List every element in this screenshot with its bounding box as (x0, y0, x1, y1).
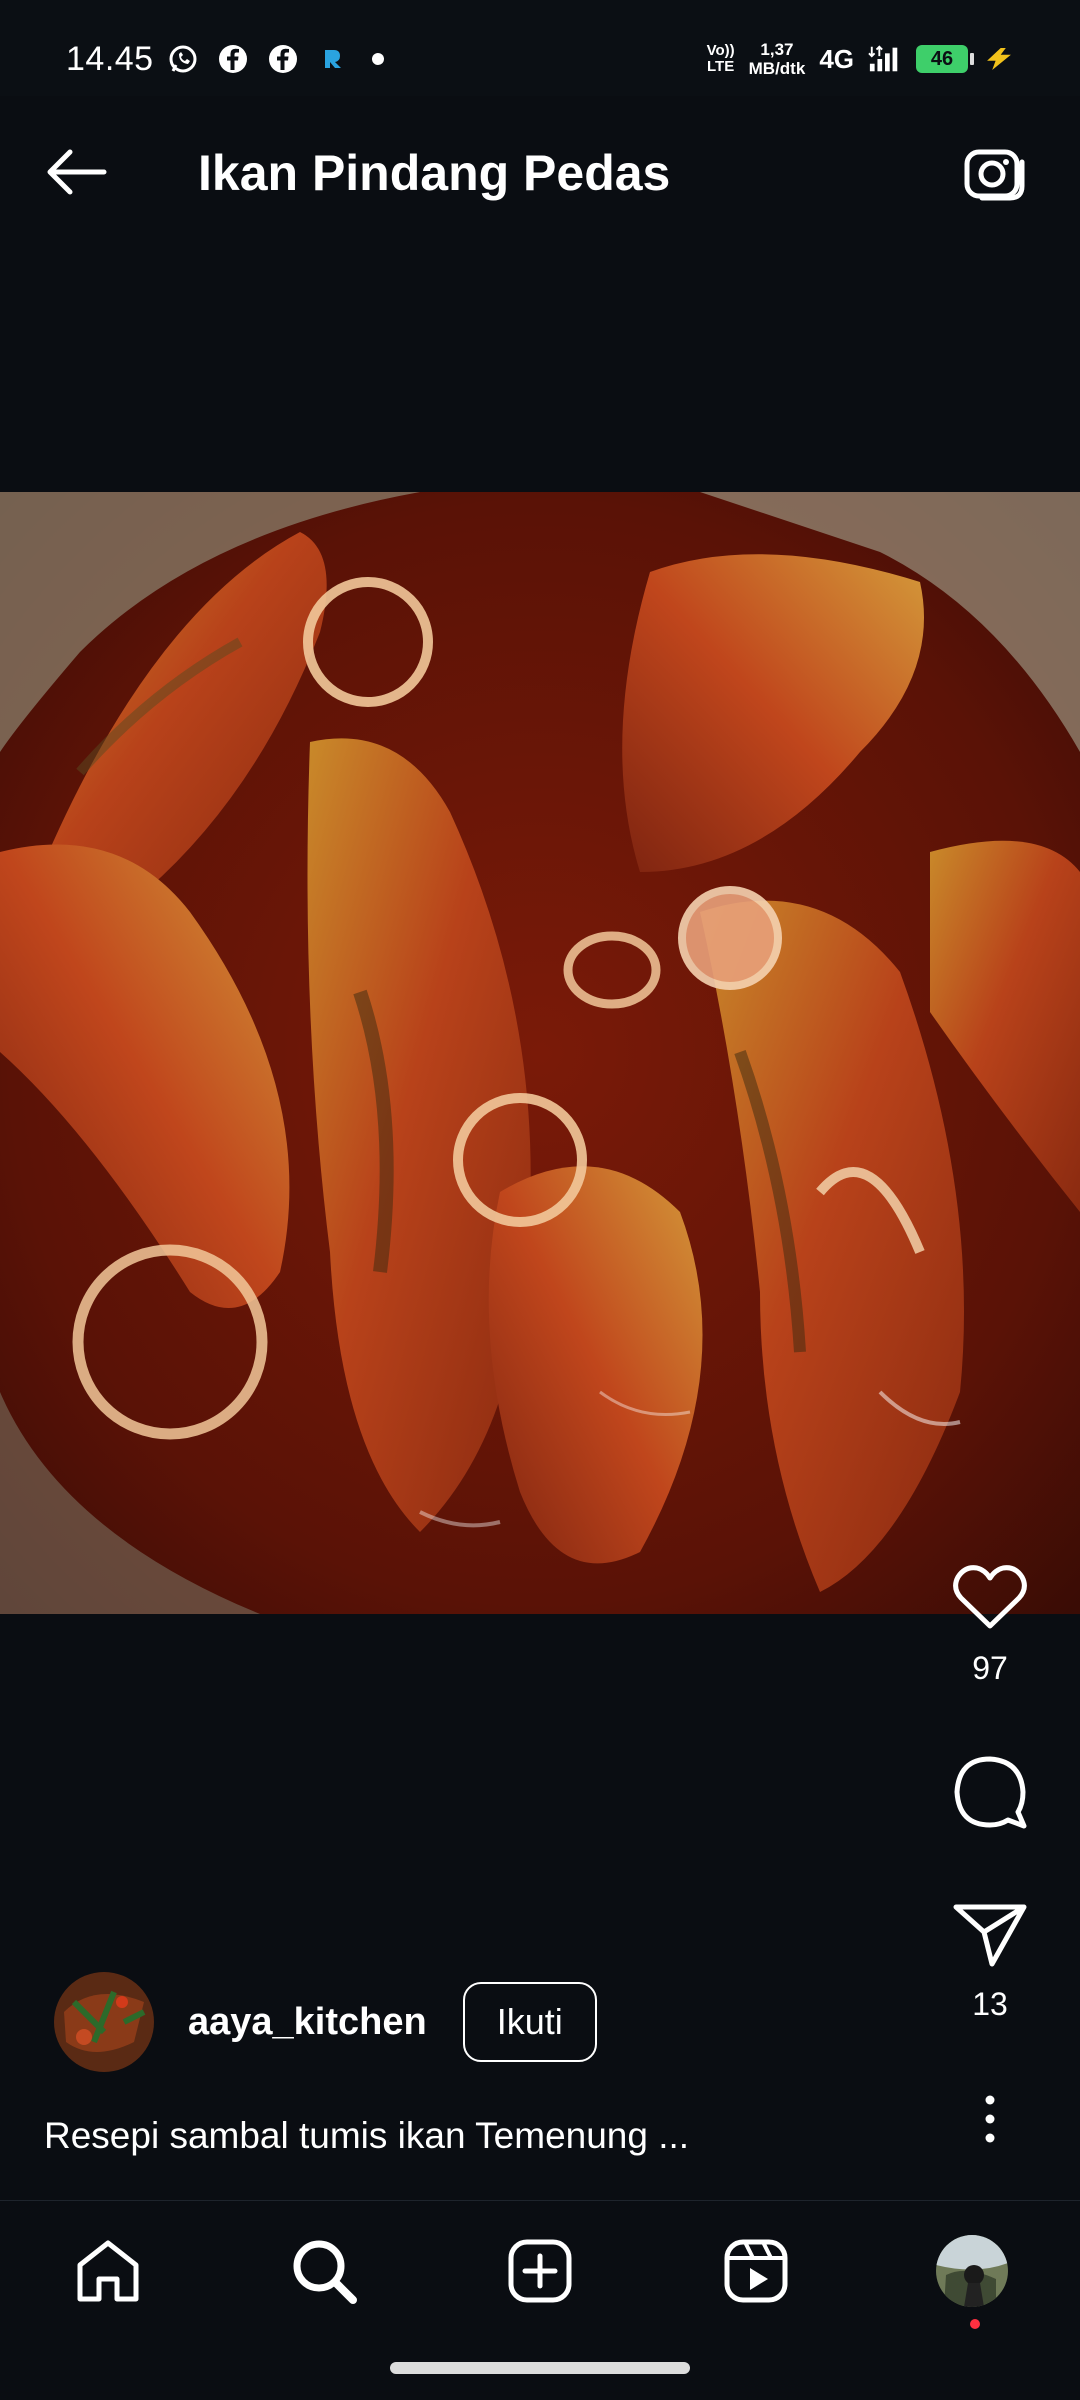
post-caption[interactable]: Resepi sambal tumis ikan Temenung ... (44, 2115, 689, 2157)
home-icon (77, 2240, 139, 2302)
author-avatar[interactable] (54, 1972, 154, 2072)
nav-home[interactable] (68, 2231, 148, 2311)
camera-button[interactable] (960, 136, 1032, 208)
create-icon (508, 2239, 572, 2303)
comment-action[interactable] (930, 1754, 1050, 1830)
notification-dot (970, 2319, 980, 2329)
system-indicators: Vo)) LTE 1,37 MB/dtk 4G 46 (707, 40, 1016, 78)
charging-bolt-icon (982, 42, 1016, 76)
network-speed: 1,37 MB/dtk (748, 40, 806, 78)
notification-icons (166, 42, 384, 76)
nav-reels[interactable] (716, 2231, 796, 2311)
app-r-icon (316, 42, 350, 76)
arrow-left-icon (47, 149, 107, 195)
volte-indicator: Vo)) LTE (706, 42, 735, 75)
battery-indicator: 46 (916, 45, 974, 73)
send-icon (953, 1904, 1027, 1967)
back-button[interactable] (40, 136, 112, 208)
top-app-bar: Ikan Pindang Pedas (0, 96, 1080, 246)
facebook-icon (216, 42, 250, 76)
status-time: 14.45 (66, 40, 154, 78)
reels-icon (724, 2239, 788, 2303)
like-action[interactable]: 97 (930, 1564, 1050, 1687)
nav-create[interactable] (500, 2231, 580, 2311)
notification-dot (372, 53, 384, 65)
nav-search[interactable] (284, 2231, 364, 2311)
more-vertical-icon (985, 2095, 995, 2143)
network-type: 4G (819, 43, 854, 74)
share-action[interactable]: 13 (930, 1902, 1050, 2023)
author-row: aaya_kitchen Ikuti (54, 1972, 597, 2072)
facebook-icon (266, 42, 300, 76)
whatsapp-icon (166, 42, 200, 76)
signal-icon (868, 42, 902, 76)
camera-icon (964, 149, 1025, 201)
author-username[interactable]: aaya_kitchen (188, 2001, 427, 2044)
search-icon (293, 2240, 357, 2304)
follow-button[interactable]: Ikuti (462, 1982, 597, 2062)
nav-profile[interactable] (932, 2231, 1012, 2311)
like-count: 97 (972, 1650, 1008, 1686)
heart-icon (953, 1565, 1027, 1629)
comment-icon (954, 1756, 1027, 1829)
status-bar: 14.45 Vo)) LTE 1,37 MB/dtk 4G 46 (0, 0, 1080, 96)
more-options-button[interactable] (930, 2094, 1050, 2144)
page-title: Ikan Pindang Pedas (198, 145, 671, 201)
home-indicator[interactable] (390, 2362, 690, 2374)
profile-avatar (936, 2235, 1008, 2307)
share-count: 13 (972, 1986, 1008, 2022)
post-image[interactable] (0, 492, 1080, 1614)
